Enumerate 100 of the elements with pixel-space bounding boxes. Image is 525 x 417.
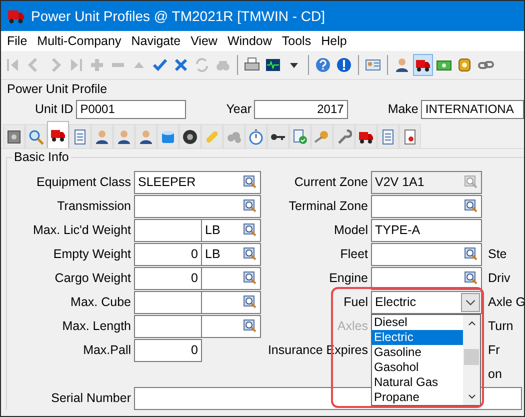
unit-field[interactable]: LB <box>202 218 261 242</box>
unit-field[interactable] <box>202 290 261 314</box>
unit-field[interactable] <box>202 266 261 290</box>
skip-first-icon <box>5 57 21 73</box>
plus-icon <box>89 57 105 73</box>
field-label: Cargo Weight <box>54 271 132 285</box>
input-field[interactable] <box>371 242 482 266</box>
field-label: Max.Pall <box>82 343 132 357</box>
safe-icon <box>6 128 22 144</box>
input-field[interactable]: 0 <box>134 338 202 362</box>
section-title: Power Unit Profile <box>6 81 108 96</box>
chevron-down-icon[interactable] <box>461 292 480 312</box>
input-field[interactable]: TYPE-A <box>371 218 482 242</box>
input-field[interactable] <box>134 218 202 242</box>
field-label: Max. Lic'd Weight <box>32 223 132 237</box>
tab[interactable] <box>355 124 377 148</box>
dropdown-option[interactable]: Natural Gas <box>372 374 463 390</box>
dropdown-option[interactable]: Gasoline <box>372 344 463 360</box>
wrench-icon <box>336 128 352 144</box>
input-field[interactable] <box>371 266 482 290</box>
input-field[interactable] <box>134 314 202 338</box>
field-label: Empty Weight <box>52 247 132 261</box>
lookup-icon[interactable] <box>243 295 257 309</box>
tab[interactable] <box>3 124 25 148</box>
menu-item[interactable]: File <box>3 34 34 48</box>
stopwatch-icon <box>248 128 264 144</box>
id-card-icon <box>365 57 381 73</box>
field-label: Max. Length <box>61 319 132 333</box>
group-title: Basic Info <box>12 150 71 164</box>
tab[interactable] <box>91 124 113 148</box>
dropdown-option[interactable]: Gasohol <box>372 360 463 374</box>
lookup-icon[interactable] <box>464 199 478 213</box>
person-icon <box>394 57 410 73</box>
input-field[interactable]: 2017 <box>254 100 348 118</box>
scrollbar[interactable] <box>463 314 480 404</box>
lookup-icon[interactable] <box>243 223 257 237</box>
input-field[interactable]: SLEEPER <box>134 170 261 194</box>
tab[interactable] <box>179 124 201 148</box>
lookup-icon[interactable] <box>243 247 257 261</box>
input-field[interactable]: 0 <box>134 266 202 290</box>
document-icon <box>72 128 88 144</box>
input-field[interactable]: P0001 <box>76 100 186 118</box>
lookup-icon[interactable] <box>464 247 478 261</box>
lookup-icon[interactable] <box>243 199 257 213</box>
truck-icon <box>415 57 431 73</box>
menu-item[interactable]: Window <box>223 34 278 48</box>
dropdown-option[interactable]: Diesel <box>372 314 463 330</box>
input-field[interactable] <box>371 194 482 218</box>
tab[interactable] <box>47 121 69 148</box>
input-field[interactable]: 0 <box>134 242 202 266</box>
document-icon <box>380 128 396 144</box>
unit-field[interactable]: LB <box>202 242 261 266</box>
document-check-icon <box>292 128 308 144</box>
fuel-dropdown[interactable]: Electric <box>371 290 482 314</box>
skip-last-icon <box>68 57 84 73</box>
field-label: Year <box>226 102 252 116</box>
person-icon <box>94 128 110 144</box>
tape-measure-icon <box>457 57 473 73</box>
field-label: Equipment Class <box>36 175 132 189</box>
lookup-icon[interactable] <box>464 271 478 285</box>
tire-icon <box>182 128 198 144</box>
person-icon <box>138 128 154 144</box>
input-field[interactable] <box>134 194 261 218</box>
menu-item[interactable]: Navigate <box>127 34 187 48</box>
scrollbar-thumb[interactable] <box>464 348 479 364</box>
toolbar-button[interactable] <box>413 54 433 76</box>
field-label: Unit ID <box>35 102 74 116</box>
field-label: Serial Number <box>50 391 132 405</box>
menu-item[interactable]: Multi-Company <box>33 34 128 48</box>
truck-icon <box>50 127 66 143</box>
window-title: Power Unit Profiles @ TM2021R [TMWIN - CD] <box>31 8 326 24</box>
dropdown-option[interactable]: Electric <box>372 330 463 344</box>
input-field[interactable]: INTERNATIONA <box>421 100 524 118</box>
refresh-icon <box>194 57 210 73</box>
tab[interactable] <box>267 124 289 148</box>
lookup-icon[interactable] <box>243 175 257 189</box>
unit-field[interactable] <box>202 314 261 338</box>
field-label: Fleet <box>339 247 369 261</box>
input-field[interactable] <box>134 290 202 314</box>
menu-item[interactable]: Help <box>317 34 353 48</box>
help-icon <box>315 57 331 73</box>
field-label: Transmission <box>56 199 132 213</box>
lookup-icon[interactable] <box>243 319 257 333</box>
certificate-icon <box>402 128 418 144</box>
field-label: Max. Cube <box>70 295 132 309</box>
info-icon <box>336 57 352 73</box>
chevron-down-icon[interactable] <box>466 392 476 402</box>
field-label: on <box>487 367 503 381</box>
search-icon <box>28 128 44 144</box>
menu-item[interactable]: View <box>186 34 224 48</box>
dropdown-option[interactable]: Propane <box>372 390 463 404</box>
field-label: Current Zone <box>293 175 369 189</box>
field-label: Model <box>332 223 369 237</box>
tab[interactable] <box>135 124 157 148</box>
field-label: Ste <box>487 247 508 261</box>
menu-item[interactable]: Tools <box>278 34 318 48</box>
tab[interactable] <box>113 124 135 148</box>
field-label: Driv <box>487 271 512 285</box>
lookup-icon[interactable] <box>243 271 257 285</box>
container-icon <box>160 128 176 144</box>
